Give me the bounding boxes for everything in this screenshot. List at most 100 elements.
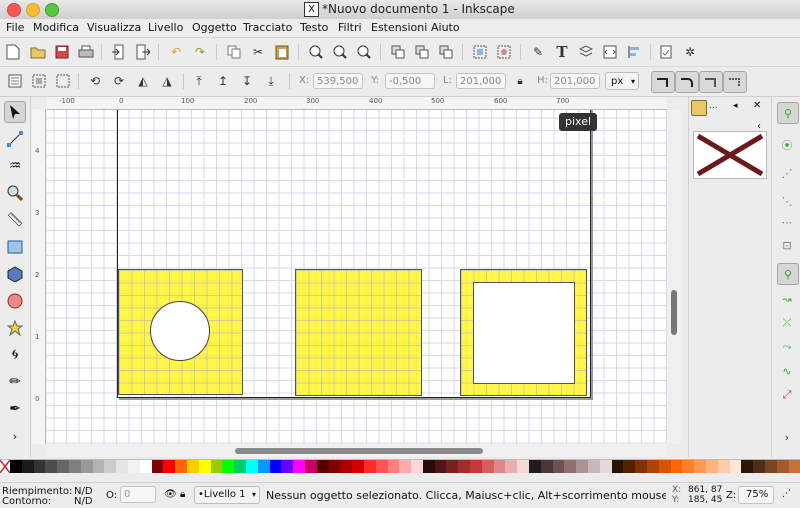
xml-editor-icon[interactable] <box>601 43 619 61</box>
zoom-selection-icon[interactable] <box>307 43 325 61</box>
palette-swatch[interactable] <box>104 460 117 473</box>
palette-swatch[interactable] <box>234 460 246 473</box>
select-all-layers-icon[interactable] <box>30 72 48 90</box>
lower-icon[interactable]: ↧ <box>238 72 256 90</box>
zoom-tool-icon[interactable] <box>4 182 26 204</box>
more-snap-chevron-icon[interactable]: › <box>777 427 797 447</box>
snap-midpoints-icon[interactable]: ⤢ <box>777 385 797 405</box>
palette-swatch[interactable] <box>245 460 258 473</box>
palette-swatch[interactable] <box>293 460 305 473</box>
x-field[interactable]: 539,500 <box>313 73 363 89</box>
palette-swatch[interactable] <box>481 460 494 473</box>
palette-swatch[interactable] <box>788 460 800 473</box>
swatch-none-preview[interactable] <box>693 131 767 179</box>
palette-swatch[interactable] <box>599 460 612 473</box>
menu-testo[interactable]: Testo <box>300 21 328 34</box>
group-icon[interactable] <box>471 43 489 61</box>
menu-visualizza[interactable]: Visualizza <box>87 21 141 34</box>
selector-tool-icon[interactable] <box>4 101 26 123</box>
copy-icon[interactable] <box>225 43 243 61</box>
snap-bbox-edges-icon[interactable]: ⋰ <box>777 163 797 183</box>
fill-stroke-icon[interactable]: ✎ <box>529 43 547 61</box>
menu-filtri[interactable]: Filtri <box>338 21 362 34</box>
menu-estensioni[interactable]: Estensioni <box>371 21 427 34</box>
palette-swatch[interactable] <box>363 460 376 473</box>
snap-bbox-midpoints-icon[interactable]: ⋯ <box>777 212 797 232</box>
clone-icon[interactable] <box>413 43 431 61</box>
palette-swatch[interactable] <box>163 460 176 473</box>
move-gradients-toggle[interactable] <box>699 71 723 93</box>
no-paint-swatch[interactable] <box>0 460 10 473</box>
snap-bbox-icon[interactable]: ⦿ <box>777 135 797 155</box>
square-frame[interactable] <box>460 269 587 396</box>
layers-icon[interactable] <box>577 43 595 61</box>
palette-swatch[interactable] <box>281 460 294 473</box>
palette-swatch[interactable] <box>529 460 541 473</box>
palette-swatch[interactable] <box>753 460 765 473</box>
palette-swatch[interactable] <box>387 460 400 473</box>
palette-swatch[interactable] <box>399 460 412 473</box>
palette-swatch[interactable] <box>257 460 270 473</box>
palette-swatch[interactable] <box>623 460 636 473</box>
horizontal-scrollbar[interactable] <box>47 444 667 457</box>
snap-paths-icon[interactable]: ↝ <box>777 289 797 309</box>
resize-grip-icon[interactable]: ⋰ <box>782 489 791 499</box>
palette-swatch[interactable] <box>706 460 718 473</box>
snap-bbox-corners-icon[interactable]: ⋱ <box>777 191 797 211</box>
opacity-field[interactable]: 0 <box>120 486 156 503</box>
zoom-window-button[interactable] <box>45 3 59 17</box>
redo-icon[interactable]: ↷ <box>191 43 209 61</box>
palette-swatch[interactable] <box>765 460 777 473</box>
palette-swatch[interactable] <box>139 460 152 473</box>
tweak-tool-icon[interactable]: ♒ <box>4 155 26 177</box>
zoom-drawing-icon[interactable] <box>331 43 349 61</box>
print-icon[interactable] <box>77 43 95 61</box>
duplicate-icon[interactable] <box>389 43 407 61</box>
more-tools-chevron-icon[interactable]: › <box>4 425 26 447</box>
palette-swatch[interactable] <box>658 460 671 473</box>
palette-swatch[interactable] <box>434 460 447 473</box>
palette-swatch[interactable] <box>470 460 482 473</box>
vertical-scrollbar[interactable] <box>667 110 681 444</box>
palette-swatch[interactable] <box>422 460 435 473</box>
dock-iconify-icon[interactable]: ◂ <box>733 101 738 111</box>
palette-swatch[interactable] <box>21 460 34 473</box>
3d-box-tool-icon[interactable] <box>4 263 26 285</box>
drawing-canvas[interactable] <box>47 110 667 444</box>
scale-stroke-toggle[interactable] <box>651 71 675 93</box>
palette-swatch[interactable] <box>269 460 282 473</box>
raise-to-top-icon[interactable]: ⤒ <box>190 72 208 90</box>
palette-swatch[interactable] <box>588 460 600 473</box>
menu-oggetto[interactable]: Oggetto <box>192 21 237 34</box>
layer-lock-icon[interactable]: 🔒︎ <box>180 489 185 500</box>
deselect-icon[interactable] <box>54 72 72 90</box>
palette-swatch[interactable] <box>729 460 742 473</box>
close-icon[interactable]: ✕ <box>753 100 761 111</box>
ellipse-tool-icon[interactable] <box>4 290 26 312</box>
palette-swatch[interactable] <box>611 460 624 473</box>
palette-swatch[interactable] <box>210 460 223 473</box>
text-font-icon[interactable]: T <box>553 43 571 61</box>
zoom-page-icon[interactable] <box>355 43 373 61</box>
unit-select[interactable]: px ▾ <box>605 72 639 90</box>
document-properties-icon[interactable] <box>657 43 675 61</box>
palette-swatch[interactable] <box>352 460 364 473</box>
export-icon[interactable] <box>134 43 152 61</box>
y-field[interactable]: -0,500 <box>385 73 435 89</box>
palette-swatch[interactable] <box>694 460 707 473</box>
pencil-tool-icon[interactable]: ✏ <box>4 371 26 393</box>
preferences-icon[interactable]: ✲ <box>681 43 699 61</box>
palette-swatch[interactable] <box>552 460 565 473</box>
layer-visibility-eye-icon[interactable]: 👁︎ <box>164 489 177 500</box>
cut-icon[interactable]: ✂ <box>249 43 267 61</box>
palette-swatch[interactable] <box>717 460 730 473</box>
width-field[interactable]: 201,000 <box>456 73 506 89</box>
menu-tracciato[interactable]: Tracciato <box>243 21 292 34</box>
move-patterns-toggle[interactable] <box>723 71 747 93</box>
palette-swatch[interactable] <box>92 460 105 473</box>
menu-modifica[interactable]: Modifica <box>33 21 79 34</box>
menu-aiuto[interactable]: Aiuto <box>431 21 460 34</box>
palette-swatch[interactable] <box>10 460 22 473</box>
scale-corners-toggle[interactable] <box>675 71 699 93</box>
palette-swatch[interactable] <box>682 460 695 473</box>
